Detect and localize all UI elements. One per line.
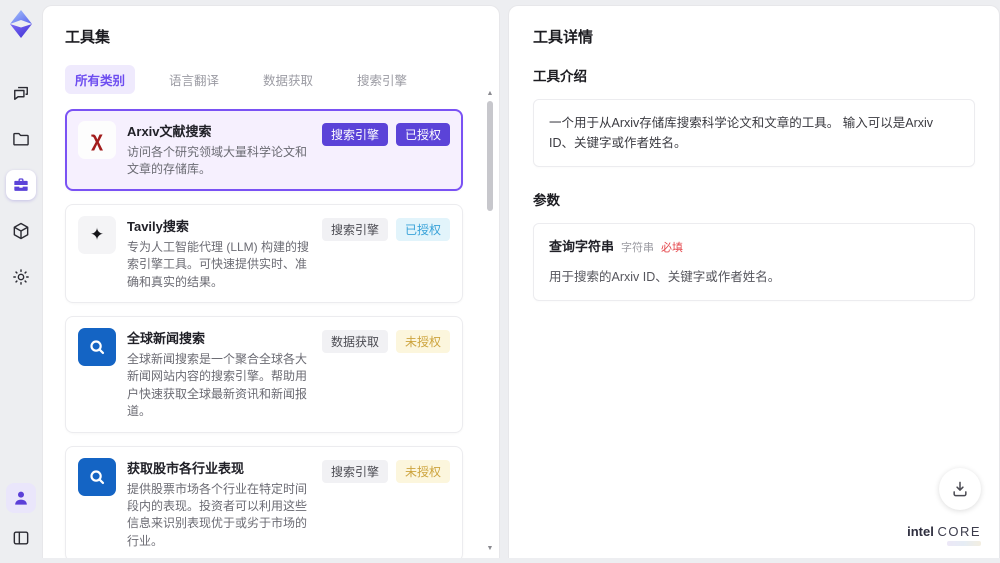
nav-chat[interactable] [6, 78, 36, 108]
params-heading: 参数 [533, 193, 560, 208]
tool-description: 提供股票市场各个行业在特定时间段内的表现。投资者可以利用这些信息来识别表现优于或… [127, 481, 308, 548]
toolbox-icon [11, 175, 31, 195]
nav-toolbox[interactable] [6, 170, 36, 200]
tools-panel-title: 工具集 [65, 29, 111, 46]
folder-icon [11, 129, 31, 149]
status-badge: 未授权 [395, 459, 450, 483]
nav-models[interactable] [6, 216, 36, 246]
tool-list: χ Arxiv文献搜索 访问各个研究领域大量科学论文和文章的存储库。 搜索引擎 … [65, 109, 477, 558]
tab-data-fetching[interactable]: 数据获取 [253, 65, 323, 94]
intel-core-logo: intel CORE [907, 524, 981, 546]
tool-name: 全球新闻搜索 [127, 330, 206, 346]
list-scrollbar: ▲ ▼ [485, 89, 495, 554]
nav-files[interactable] [6, 124, 36, 154]
param-required-badge: 必填 [661, 242, 684, 254]
tool-card-arxiv[interactable]: χ Arxiv文献搜索 访问各个研究领域大量科学论文和文章的存储库。 搜索引擎 … [65, 109, 463, 191]
category-badge: 搜索引擎 [321, 459, 388, 483]
arxiv-icon: χ [78, 121, 116, 159]
tool-description: 访问各个研究领域大量科学论文和文章的存储库。 [127, 145, 308, 177]
category-badge: 数据获取 [321, 329, 388, 353]
status-badge: 已授权 [395, 217, 450, 241]
search-app-icon [78, 327, 116, 366]
tool-card-tavily[interactable]: ✦ Tavily搜索 专为人工智能代理 (LLM) 构建的搜索引擎工具。可快速提… [65, 203, 463, 303]
cube-icon [11, 221, 31, 241]
intel-logo-subbar [947, 541, 981, 546]
intro-heading: 工具介绍 [533, 69, 587, 84]
intel-brand-text: intel [907, 524, 934, 539]
tool-card-sector-performance[interactable]: 获取股市各行业表现 提供股票市场各个行业在特定时间段内的表现。投资者可以利用这些… [65, 445, 463, 558]
search-app-icon [78, 457, 116, 496]
download-icon [950, 479, 970, 499]
category-tabs: 所有类别 语言翻译 数据获取 搜索引擎 [65, 65, 477, 94]
tab-all-categories[interactable]: 所有类别 [65, 65, 136, 94]
tool-description: 专为人工智能代理 (LLM) 构建的搜索引擎工具。可快速提供实时、准确和真实的结… [127, 239, 310, 289]
download-button[interactable] [939, 468, 981, 510]
tool-details-panel: 工具详情 工具介绍 一个用于从Arxiv存储库搜索科学论文和文章的工具。 输入可… [508, 5, 1000, 558]
status-badge: 未授权 [395, 329, 450, 353]
tab-language-translation[interactable]: 语言翻译 [159, 65, 229, 94]
category-badge: 搜索引擎 [321, 123, 388, 146]
panel-toggle-icon [11, 528, 31, 548]
chat-icon [11, 83, 31, 103]
scroll-up-arrow[interactable]: ▲ [485, 89, 495, 99]
gear-icon [11, 267, 31, 287]
tool-description: 全球新闻搜索是一个聚合全球各大新闻网站内容的搜索引擎。帮助用户快速获取全球最新资… [127, 351, 308, 419]
user-profile-button[interactable] [6, 483, 36, 513]
scrollbar-thumb[interactable] [487, 101, 493, 211]
intro-text: 一个用于从Arxiv存储库搜索科学论文和文章的工具。 输入可以是Arxiv ID… [549, 116, 934, 150]
tool-name: Arxiv文献搜索 [127, 124, 212, 139]
param-box: 查询字符串 字符串 必填 用于搜索的Arxiv ID、关键字或作者姓名。 [533, 223, 975, 301]
param-type: 字符串 [621, 242, 655, 254]
nav-settings[interactable] [6, 262, 36, 292]
status-badge: 已授权 [395, 123, 450, 146]
user-icon [11, 488, 31, 508]
core-brand-text: CORE [937, 524, 981, 539]
left-rail [0, 0, 42, 563]
tavily-icon: ✦ [78, 215, 116, 254]
category-badge: 搜索引擎 [321, 217, 388, 241]
panel-toggle-button[interactable] [6, 523, 36, 553]
intro-box: 一个用于从Arxiv存储库搜索科学论文和文章的工具。 输入可以是Arxiv ID… [533, 99, 975, 167]
app-logo [8, 10, 34, 38]
tools-panel: 工具集 所有类别 语言翻译 数据获取 搜索引擎 χ Arxiv文献搜索 访问各个… [42, 5, 500, 558]
tool-name: Tavily搜索 [127, 218, 189, 234]
tool-name: 获取股市各行业表现 [127, 460, 245, 476]
tab-search-engine[interactable]: 搜索引擎 [347, 65, 417, 94]
param-name: 查询字符串 [549, 239, 615, 254]
scroll-down-arrow[interactable]: ▼ [485, 544, 495, 554]
details-panel-title: 工具详情 [533, 29, 594, 46]
tool-card-global-news[interactable]: 全球新闻搜索 全球新闻搜索是一个聚合全球各大新闻网站内容的搜索引擎。帮助用户快速… [65, 315, 463, 433]
param-description: 用于搜索的Arxiv ID、关键字或作者姓名。 [549, 269, 781, 284]
